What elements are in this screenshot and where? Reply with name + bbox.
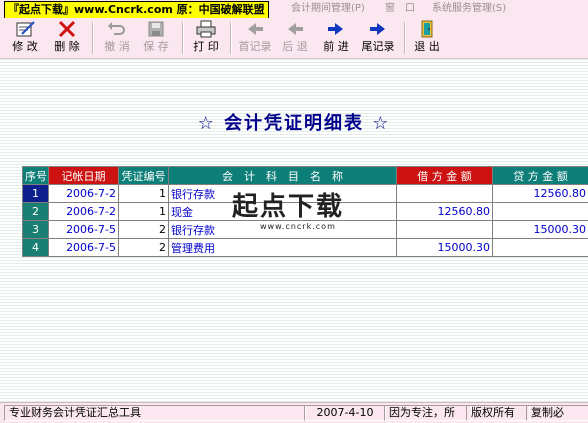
exit-label: 退 出 <box>410 40 444 54</box>
toolbar-separator <box>92 22 94 54</box>
row-date: 2006-7-5 <box>49 239 119 257</box>
row-debit: 12560.80 <box>397 203 493 221</box>
row-number: 3 <box>23 221 49 239</box>
modify-label: 修 改 <box>6 40 44 54</box>
row-date: 2006-7-5 <box>49 221 119 239</box>
edit-icon <box>14 20 36 38</box>
row-credit <box>493 203 588 221</box>
menu-window[interactable]: 窗 口 <box>385 2 415 16</box>
row-debit: 15000.30 <box>397 239 493 257</box>
exit-door-icon <box>416 20 438 38</box>
toolbar-separator <box>230 22 232 54</box>
row-date: 2006-7-2 <box>49 185 119 203</box>
status-bar: 专业财务会计凭证汇总工具 2007-4-10 因为专注，所 版权所有 复制必 <box>0 402 588 423</box>
exit-button[interactable]: 退 出 <box>410 20 444 56</box>
undo-icon <box>106 20 128 38</box>
status-app-name: 专业财务会计凭证汇总工具 <box>4 405 306 421</box>
undo-label: 撤 消 <box>100 40 134 54</box>
col-header-debit[interactable]: 借 方 金 额 <box>397 167 493 185</box>
status-copy: 复制必 <box>526 405 588 421</box>
status-date: 2007-4-10 <box>304 405 386 421</box>
row-voucher: 1 <box>119 185 169 203</box>
printer-icon <box>195 20 217 38</box>
next-button[interactable]: 前 进 <box>318 20 354 56</box>
report-title: ☆ 会计凭证明细表 ☆ <box>0 109 588 135</box>
row-number: 4 <box>23 239 49 257</box>
delete-button[interactable]: 删 除 <box>48 20 86 56</box>
save-disk-icon <box>145 20 167 38</box>
row-voucher: 2 <box>119 239 169 257</box>
watermark-text: 起点下载 <box>232 192 382 222</box>
menu-system[interactable]: 系统服务管理(S) <box>432 2 506 16</box>
row-voucher: 1 <box>119 203 169 221</box>
row-credit <box>493 239 588 257</box>
save-label: 保 存 <box>138 40 174 54</box>
site-banner[interactable]: 『起点下载』www.Cncrk.com 原：中国破解联盟 <box>4 1 269 19</box>
watermark-logo: 起点下载 www.cncrk.com <box>232 192 382 242</box>
col-header-credit[interactable]: 贷 方 金 额 <box>493 167 588 185</box>
menu-bar: 『起点下载』www.Cncrk.com 原：中国破解联盟 会计期间管理(P) 窗… <box>0 0 588 18</box>
row-debit <box>397 185 493 203</box>
toolbar: 修 改 删 除 撤 消 保 存 打 印 <box>0 18 588 59</box>
status-note: 因为专注，所 <box>384 405 472 421</box>
first-arrow-icon <box>244 20 266 38</box>
delete-x-icon <box>56 20 78 38</box>
prev-label: 后 退 <box>278 40 312 54</box>
toolbar-separator <box>182 22 184 54</box>
last-record-label: 尾记录 <box>358 40 398 54</box>
first-record-label: 首记录 <box>236 40 274 54</box>
row-date: 2006-7-2 <box>49 203 119 221</box>
col-header-account[interactable]: 会 计 科 目 名 称 <box>169 167 397 185</box>
modify-button[interactable]: 修 改 <box>6 20 44 56</box>
row-debit <box>397 221 493 239</box>
status-rights: 版权所有 <box>466 405 530 421</box>
watermark-url: www.cncrk.com <box>260 222 382 231</box>
print-button[interactable]: 打 印 <box>188 20 224 56</box>
table-header-row: 序号 记帐日期 凭证编号 会 计 科 目 名 称 借 方 金 额 贷 方 金 额 <box>23 167 588 185</box>
save-button[interactable]: 保 存 <box>138 20 174 56</box>
col-header-seq[interactable]: 序号 <box>23 167 49 185</box>
col-header-voucher[interactable]: 凭证编号 <box>119 167 169 185</box>
toolbar-separator <box>404 22 406 54</box>
row-credit: 12560.80 <box>493 185 588 203</box>
left-arrow-icon <box>284 20 306 38</box>
row-number: 1 <box>23 185 49 203</box>
next-label: 前 进 <box>318 40 354 54</box>
delete-label: 删 除 <box>48 40 86 54</box>
last-arrow-icon <box>367 20 389 38</box>
right-arrow-icon <box>325 20 347 38</box>
last-record-button[interactable]: 尾记录 <box>358 20 398 56</box>
row-number: 2 <box>23 203 49 221</box>
print-label: 打 印 <box>188 40 224 54</box>
row-voucher: 2 <box>119 221 169 239</box>
col-header-date[interactable]: 记帐日期 <box>49 167 119 185</box>
row-credit: 15000.30 <box>493 221 588 239</box>
undo-button[interactable]: 撤 消 <box>100 20 134 56</box>
first-record-button[interactable]: 首记录 <box>236 20 274 56</box>
prev-button[interactable]: 后 退 <box>278 20 312 56</box>
menu-period[interactable]: 会计期间管理(P) <box>291 2 365 16</box>
